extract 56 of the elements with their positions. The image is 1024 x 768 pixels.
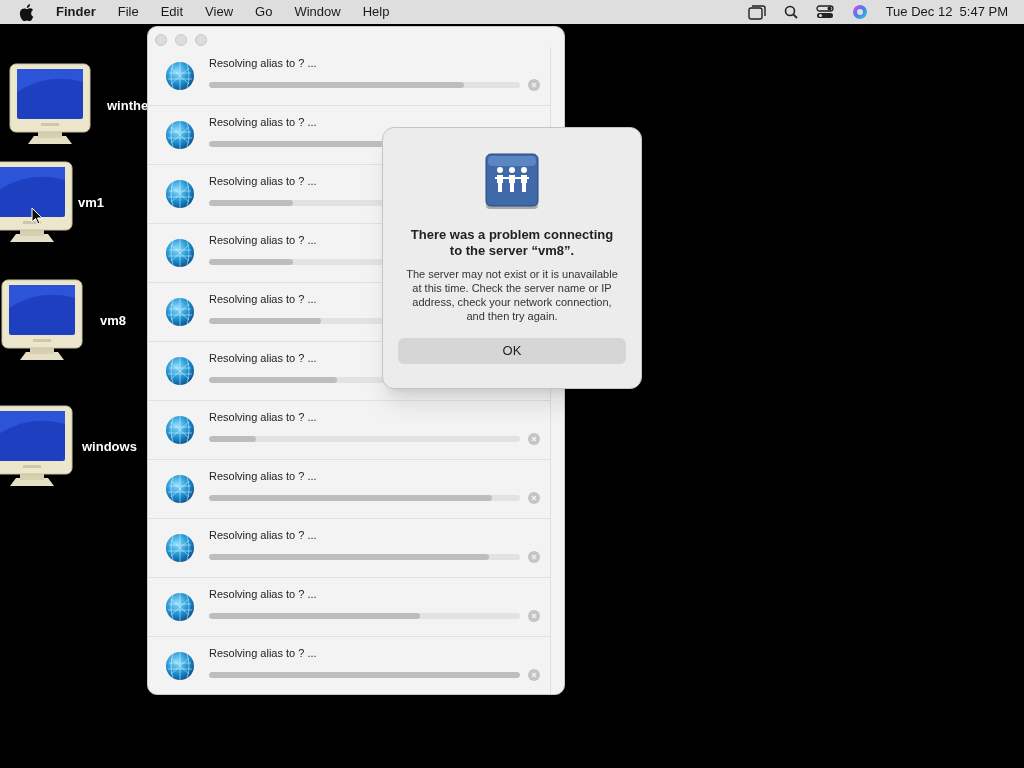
ok-button[interactable]: OK [398, 338, 626, 364]
globe-icon [165, 651, 195, 681]
menu-item[interactable]: Window [294, 2, 341, 22]
menu-item[interactable]: Go [255, 2, 273, 22]
menu-item[interactable]: Help [362, 2, 390, 22]
task-title: Resolving alias to ? ... [209, 233, 317, 248]
close-icon [531, 494, 537, 501]
server-icon [482, 152, 542, 212]
close-icon [531, 553, 537, 560]
globe-icon [165, 179, 195, 209]
task-title: Resolving alias to ? ... [209, 292, 317, 307]
menu-item[interactable]: Edit [160, 2, 184, 22]
globe-icon [165, 61, 195, 91]
close-icon [531, 435, 537, 442]
windows-icon[interactable] [747, 4, 766, 20]
stop-button[interactable] [528, 668, 540, 681]
task-title: Resolving alias to ? ... [209, 528, 317, 543]
icon-label[interactable]: vm8 [100, 311, 127, 331]
globe-icon [165, 297, 195, 327]
menu-clock[interactable]: Tue Dec 12 5:47 PM [885, 2, 1008, 22]
orb-icon[interactable] [851, 4, 868, 20]
apple-icon[interactable] [19, 3, 34, 21]
stop-button[interactable] [528, 78, 540, 91]
app-menu[interactable]: Finder [56, 2, 96, 22]
task-title: Resolving alias to ? ... [209, 115, 317, 130]
menu-item[interactable]: View [205, 2, 234, 22]
task-title: Resolving alias to ? ... [209, 469, 317, 484]
globe-icon [165, 415, 195, 445]
alert-message: The server may not exist or it is unavailable at this time. Check the server name or IP address, check your network connection, and then try again. [406, 267, 618, 323]
stop-button[interactable] [528, 432, 540, 445]
toggle-icon[interactable] [815, 5, 834, 19]
task-title: Resolving alias to ? ... [209, 351, 317, 366]
globe-icon [165, 474, 195, 504]
stop-button[interactable] [528, 609, 540, 622]
task-title: Resolving alias to ? ... [209, 646, 317, 661]
close-icon [531, 671, 537, 678]
globe-icon [165, 238, 195, 268]
close-icon [531, 81, 537, 88]
search-icon[interactable] [783, 5, 798, 19]
icon-label[interactable]: windows [82, 437, 137, 457]
icon-label[interactable]: winthe [107, 96, 149, 116]
globe-icon [165, 120, 195, 150]
task-title: Resolving alias to ? ... [209, 56, 317, 71]
menu-item[interactable]: File [117, 2, 139, 22]
task-title: Resolving alias to ? ... [209, 410, 317, 425]
stop-button[interactable] [528, 491, 540, 504]
globe-icon [165, 533, 195, 563]
task-title: Resolving alias to ? ... [209, 174, 317, 189]
task-title: Resolving alias to ? ... [209, 587, 317, 602]
cursor-icon [31, 207, 43, 225]
stop-button[interactable] [528, 550, 540, 563]
globe-icon [165, 356, 195, 386]
alert-title: There was a problem connecting to the server “vm8”. [409, 227, 615, 259]
globe-icon [165, 592, 195, 622]
close-icon [531, 612, 537, 619]
icon-label[interactable]: vm1 [78, 193, 105, 213]
